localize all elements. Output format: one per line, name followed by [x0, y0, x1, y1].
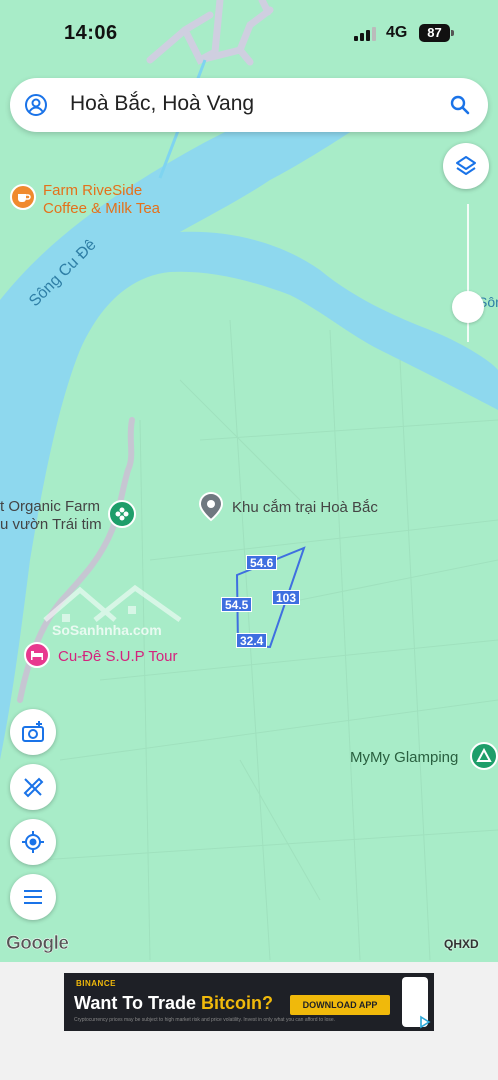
- crosshair-icon: [22, 831, 44, 853]
- ad-choices-icon[interactable]: [418, 1015, 432, 1029]
- map-pin-icon: [198, 491, 224, 522]
- measure-label-right: 103: [272, 590, 301, 605]
- measure-label-left: 54.5: [221, 597, 253, 612]
- poi-sup-tour[interactable]: Cu-Đê S.U.P Tour: [24, 642, 194, 670]
- map-provider-label: QHXD: [444, 937, 479, 951]
- search-input[interactable]: Hoà Bắc, Hoà Vang: [70, 92, 254, 116]
- hamburger-icon: [24, 890, 42, 904]
- status-time: 14:06: [64, 22, 118, 44]
- poi-organic-farm[interactable]: t Organic Farm u vườn Trái tim: [0, 496, 140, 536]
- ruler-pencil-icon: [23, 777, 44, 798]
- search-icon[interactable]: [448, 93, 472, 117]
- poi-camp[interactable]: Khu cắm trại Hoà Bắc: [198, 491, 398, 526]
- watermark-text: SoSanhnha.com: [52, 622, 162, 638]
- poi-label-line2: u vườn Trái tim: [0, 516, 102, 533]
- battery-icon: 87: [419, 24, 450, 42]
- map-base-layer: [0, 0, 498, 961]
- bed-icon: [24, 642, 50, 668]
- ad-download-button[interactable]: DOWNLOAD APP: [290, 995, 390, 1015]
- my-location-button[interactable]: [10, 819, 56, 865]
- poi-label: Cu-Đê S.U.P Tour: [58, 648, 178, 665]
- layers-button[interactable]: [443, 143, 489, 189]
- flower-icon: [108, 500, 136, 528]
- poi-label-line2: Coffee & Milk Tea: [43, 200, 161, 217]
- measure-label-top: 54.6: [246, 555, 278, 570]
- status-bar: 14:06 4G 87: [0, 0, 498, 66]
- cellular-signal-icon: [354, 27, 376, 41]
- poi-label-line1: t Organic Farm: [0, 498, 101, 515]
- google-attribution: Google: [6, 933, 69, 955]
- ad-brand: BINANCE: [76, 979, 116, 988]
- ad-fine-print: Cryptocurrency prices may be subject to …: [74, 1017, 336, 1023]
- menu-button[interactable]: [10, 874, 56, 920]
- account-icon[interactable]: [24, 93, 48, 117]
- tent-icon: [470, 742, 498, 770]
- measure-tool-button[interactable]: [10, 764, 56, 810]
- layers-icon: [456, 156, 476, 175]
- ad-headline-accent: Bitcoin?: [201, 993, 274, 1013]
- map-view[interactable]: Sông Cu Đê Sôn Farm RiveSide Coffee & Mi…: [0, 0, 498, 962]
- poi-glamping[interactable]: MyMy Glamping: [348, 742, 498, 772]
- search-bar[interactable]: Hoà Bắc, Hoà Vang: [10, 78, 488, 132]
- poi-label: Khu cắm trại Hoà Bắc: [232, 499, 378, 516]
- poi-farm-riverside[interactable]: Farm RiveSide Coffee & Milk Tea: [10, 182, 180, 218]
- measure-label-bottom: 32.4: [236, 633, 268, 648]
- poi-label: MyMy Glamping: [350, 749, 459, 766]
- cafe-icon: [10, 184, 36, 210]
- battery-tip: [451, 30, 454, 36]
- poi-label-line1: Farm RiveSide: [43, 182, 143, 199]
- ad-headline-start: Want To Trade: [74, 993, 202, 1013]
- network-type: 4G: [386, 24, 408, 41]
- camera-plus-icon: [22, 721, 44, 742]
- add-photo-button[interactable]: [10, 709, 56, 755]
- zoom-slider-handle[interactable]: [452, 291, 484, 323]
- ad-banner[interactable]: BINANCE Want To Trade Bitcoin? DOWNLOAD …: [64, 973, 434, 1031]
- ad-headline: Want To Trade Bitcoin?: [74, 993, 273, 1014]
